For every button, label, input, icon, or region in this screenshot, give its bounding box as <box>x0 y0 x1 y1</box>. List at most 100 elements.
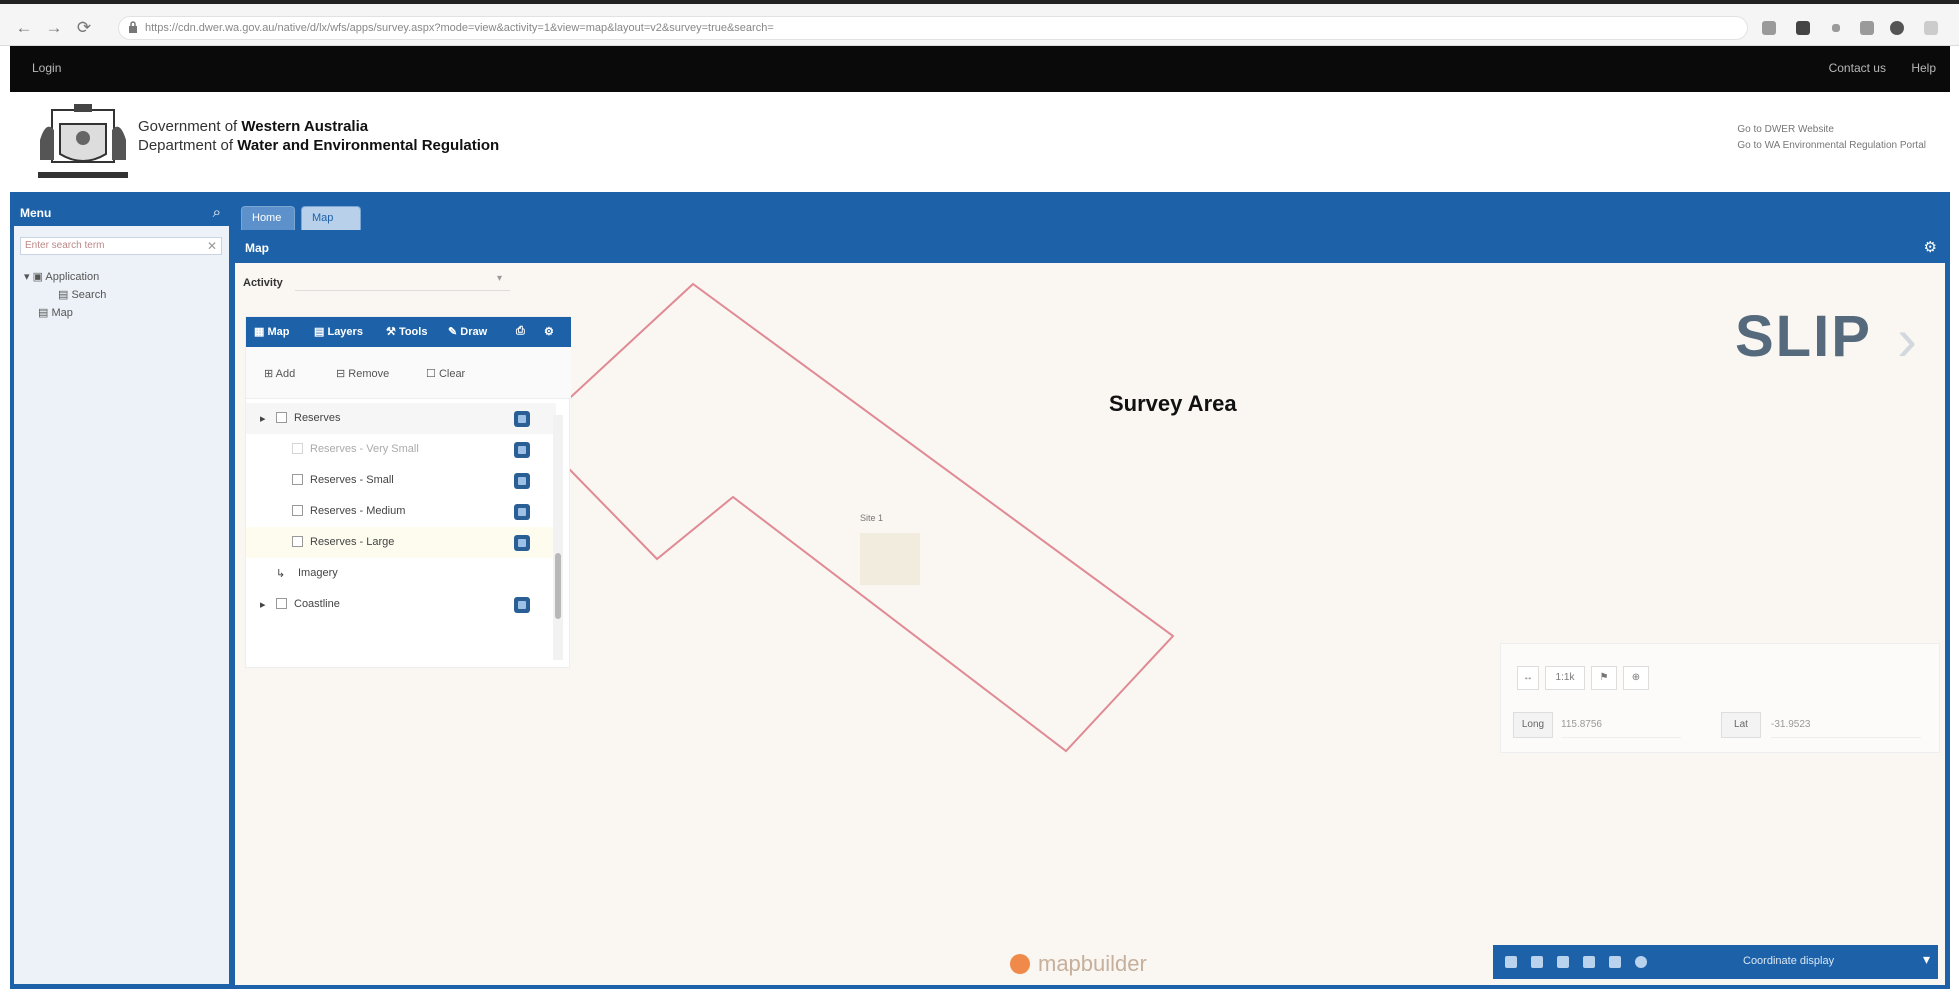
tree-item-search[interactable]: ▤ Search <box>58 288 106 301</box>
info-icon[interactable] <box>1635 956 1647 968</box>
window-icon[interactable] <box>1924 21 1938 35</box>
layer-label: Reserves - Medium <box>310 505 406 517</box>
layer-checkbox[interactable] <box>276 598 287 609</box>
layer-checkbox[interactable] <box>292 443 303 454</box>
contact-link[interactable]: Contact us <box>1829 61 1886 75</box>
layer-info-icon[interactable] <box>514 473 530 489</box>
tree-item-map[interactable]: ▤ Map <box>38 306 73 319</box>
top-links: Contact us Help <box>1807 61 1936 75</box>
forward-icon[interactable]: → <box>44 18 64 38</box>
button-label: Clear <box>438 368 466 380</box>
expand-icon[interactable]: ▸ <box>260 412 266 425</box>
dept-prefix: Department of <box>138 137 238 154</box>
scale-button[interactable]: 1:1k <box>1545 666 1585 690</box>
gov-name: Western Australia <box>241 118 369 135</box>
coordinate-display-text: Coordinate display <box>1743 955 1835 967</box>
scrollbar-thumb[interactable] <box>555 553 561 619</box>
map-icon: ▦ <box>254 326 265 338</box>
tab-home[interactable]: Home <box>241 206 295 230</box>
mapbuilder-icon <box>1010 954 1030 974</box>
back-icon[interactable]: ← <box>14 18 34 38</box>
clear-search-icon[interactable]: ✕ <box>207 239 217 253</box>
tab-map[interactable]: Map <box>301 206 361 230</box>
coordinate-panel: ↔ 1:1k ⚑ ⊕ Long 115.8756 Lat -31.9523 <box>1500 643 1940 753</box>
browser-toolbar: ← → ⟳ https://cdn.dwer.wa.gov.au/native/… <box>0 0 1959 46</box>
layer-info-icon[interactable] <box>514 442 530 458</box>
help-link[interactable]: Help <box>1911 61 1936 75</box>
remove-layer-button[interactable]: ⊟ Remove <box>336 367 389 380</box>
clear-layers-button[interactable]: ☐ Clear <box>426 367 465 380</box>
extension-puzzle-icon[interactable] <box>1860 21 1874 35</box>
chevron-down-icon[interactable]: ▾ <box>1923 951 1930 968</box>
layer-row[interactable]: Reserves - Very Small <box>246 434 556 465</box>
menu-dot-icon[interactable] <box>1832 24 1840 32</box>
address-bar[interactable]: https://cdn.dwer.wa.gov.au/native/d/lx/w… <box>118 16 1748 40</box>
tree-label: Map <box>51 307 73 319</box>
bookmark-icon[interactable] <box>1762 21 1776 35</box>
layer-checkbox[interactable] <box>292 536 303 547</box>
measure-icon[interactable] <box>1609 956 1621 968</box>
flag-button[interactable]: ⚑ <box>1591 666 1617 690</box>
slip-arrow-icon: › <box>1897 306 1917 373</box>
layer-actions: ⊞ Add ⊟ Remove ☐ Clear <box>246 347 571 399</box>
button-label: Remove <box>348 368 390 380</box>
tree-item-application[interactable]: ▾ ▣ Application <box>24 270 99 283</box>
menu-search-input[interactable]: Enter search term ✕ <box>20 237 222 255</box>
layer-scrollbar[interactable] <box>553 415 563 660</box>
search-icon[interactable]: ⌕ <box>213 204 221 221</box>
layer-row[interactable]: ▸ Coastline <box>246 589 556 620</box>
layer-info-icon[interactable] <box>514 597 530 613</box>
layer-info-icon[interactable] <box>514 411 530 427</box>
edit-icon[interactable] <box>1583 956 1595 968</box>
portal-link[interactable]: Go to WA Environmental Regulation Portal <box>1737 138 1926 154</box>
layer-row[interactable]: ▸ Reserves <box>246 403 556 434</box>
polygon-label: Site 1 <box>860 513 884 523</box>
government-title: Government of Western Australia <box>138 118 368 135</box>
layer-label: Reserves - Large <box>310 536 395 548</box>
layer-info-icon[interactable] <box>514 504 530 520</box>
site-header: Government of Western Australia Departme… <box>10 92 1950 190</box>
expand-icon[interactable]: ▸ <box>260 598 266 611</box>
login-link[interactable]: Login <box>32 61 61 75</box>
locate-button[interactable]: ⊕ <box>1623 666 1649 690</box>
layer-row[interactable]: Reserves - Large <box>246 527 556 558</box>
button-label: Map <box>267 326 290 338</box>
layer-row[interactable]: ↳ Imagery <box>246 558 556 589</box>
layer-info-icon[interactable] <box>514 535 530 551</box>
dwer-website-link[interactable]: Go to DWER Website <box>1737 122 1926 138</box>
latitude-label: Lat <box>1721 712 1761 738</box>
layers-menu-button[interactable]: ▤ Layers <box>314 325 363 338</box>
polygon-icon[interactable] <box>1557 956 1569 968</box>
extension-icon[interactable] <box>1796 21 1810 35</box>
layer-label: Reserves - Small <box>310 474 394 486</box>
add-layer-button[interactable]: ⊞ Add <box>264 367 295 380</box>
layer-checkbox[interactable] <box>292 474 303 485</box>
header-links: Go to DWER Website Go to WA Environmenta… <box>1737 122 1926 154</box>
longitude-value[interactable]: 115.8756 <box>1561 712 1681 738</box>
profile-icon[interactable] <box>1890 21 1904 35</box>
tree-label: Application <box>45 271 100 283</box>
layer-checkbox[interactable] <box>292 505 303 516</box>
powered-by-logo: mapbuilder <box>1010 951 1147 977</box>
pan-button[interactable]: ↔ <box>1517 666 1539 690</box>
map-menu-button[interactable]: ▦ Map <box>254 325 289 338</box>
lock-icon <box>129 21 137 33</box>
draw-menu-button[interactable]: ✎ Draw <box>448 325 487 338</box>
layer-panel: ▦ Map ▤ Layers ⚒ Tools ✎ Draw ⎙ ⚙ ⊞ Add … <box>245 316 571 668</box>
latitude-value[interactable]: -31.9523 <box>1771 712 1921 738</box>
print-icon[interactable]: ⎙ <box>516 325 525 338</box>
line-icon[interactable] <box>1531 956 1543 968</box>
reload-icon[interactable]: ⟳ <box>74 18 94 38</box>
settings-icon[interactable]: ⚙ <box>544 325 554 338</box>
tools-menu-button[interactable]: ⚒ Tools <box>386 325 427 338</box>
layer-row[interactable]: Reserves - Small <box>246 465 556 496</box>
add-point-icon[interactable] <box>1505 956 1517 968</box>
tree-label: Search <box>71 289 107 301</box>
menu-panel: Menu ⌕ Enter search term ✕ ▾ ▣ Applicati… <box>14 200 229 984</box>
layer-row[interactable]: Reserves - Medium <box>246 496 556 527</box>
survey-area-polygon[interactable] <box>531 282 1175 753</box>
map-viewport[interactable]: Map ⚙ Activity ▾ Survey Area Site 1 SLIP… <box>235 233 1945 985</box>
layer-checkbox[interactable] <box>276 412 287 423</box>
survey-area-label: Survey Area <box>1109 391 1237 416</box>
map-feature-block <box>860 533 920 585</box>
